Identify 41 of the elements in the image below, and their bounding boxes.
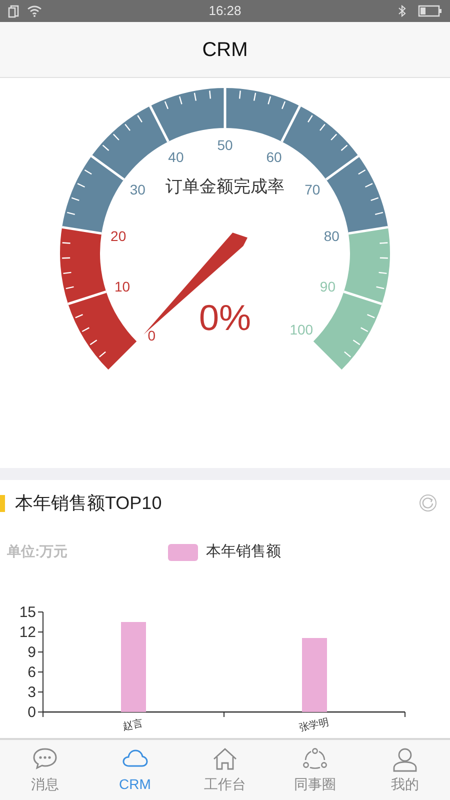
person-icon	[391, 746, 419, 772]
chat-bubble-icon	[31, 746, 59, 772]
y-tick-label: 3	[28, 684, 36, 701]
gauge-tick-label: 30	[130, 182, 146, 198]
wifi-icon	[27, 5, 42, 17]
tab-item[interactable]: 我的	[360, 740, 450, 800]
x-tick-label: 张学明	[298, 717, 330, 734]
gauge-tick-label: 10	[114, 278, 130, 294]
gauge-value: 0%	[198, 297, 252, 338]
y-tick-label: 15	[19, 604, 36, 621]
y-tick-label: 0	[28, 704, 36, 721]
tab-item[interactable]: 工作台	[180, 740, 270, 800]
legend-label: 本年销售额	[206, 542, 281, 562]
page-title: CRM	[202, 38, 248, 62]
gauge-tick-label: 20	[110, 228, 126, 244]
section-marker	[0, 494, 5, 512]
refresh-icon[interactable]	[419, 494, 437, 512]
y-tick-label: 6	[28, 664, 36, 681]
section-title: 本年销售额TOP10	[15, 492, 162, 514]
gauge-title: 订单金额完成率	[166, 177, 284, 196]
gauge-tick-label: 0	[148, 327, 156, 344]
gauge-tick-label: 80	[324, 228, 340, 244]
unit-label: 单位:万元	[7, 542, 68, 560]
gauge-tick-label: 90	[320, 278, 336, 294]
battery-icon	[418, 5, 442, 17]
gauge-tick-label: 40	[168, 148, 184, 165]
tab-item[interactable]: 同事圈	[270, 740, 360, 800]
tab-item[interactable]: CRM	[90, 740, 180, 800]
y-tick-label: 12	[19, 624, 36, 641]
gauge-tick-label: 100	[290, 321, 314, 338]
house-icon	[211, 746, 239, 772]
tab-item[interactable]: 消息	[0, 740, 90, 800]
status-time: 16:28	[208, 2, 242, 20]
gauge-tick-label: 60	[266, 148, 282, 165]
gauge-tick-label: 50	[217, 137, 233, 153]
x-tick-label: 赵言	[122, 718, 144, 734]
sim-icon	[8, 4, 19, 18]
connected-dots-icon	[301, 746, 329, 772]
gauge-tick-label: 70	[304, 182, 320, 198]
y-tick-label: 9	[28, 644, 36, 661]
bluetooth-icon	[398, 5, 406, 17]
